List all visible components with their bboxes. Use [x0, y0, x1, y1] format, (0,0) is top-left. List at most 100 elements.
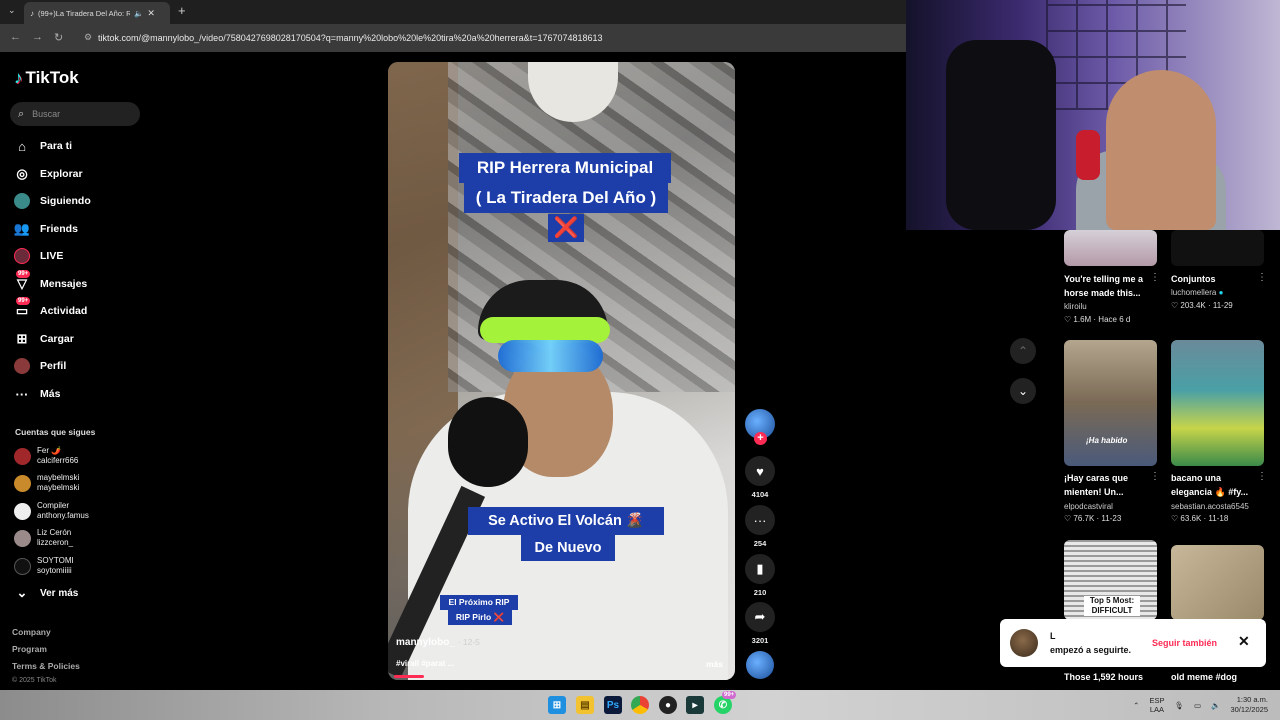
comment-button[interactable]: ··· 254	[744, 505, 776, 548]
nav-para-ti[interactable]: ⌂ Para ti	[14, 136, 72, 156]
back-icon[interactable]: ←	[10, 31, 21, 43]
music-disc-icon[interactable]	[746, 651, 774, 679]
video-author[interactable]: mannylobo_ · 12-5	[396, 637, 480, 648]
new-tab-icon[interactable]: +	[178, 3, 186, 18]
footer-link-company[interactable]: Company	[12, 627, 51, 637]
follow-plus-icon[interactable]: +	[754, 432, 767, 445]
following-account[interactable]: SOYTOMI soytomiiiii	[14, 554, 74, 578]
nav-mensajes[interactable]: ▽ 99+ Mensajes	[14, 270, 87, 294]
photoshop-icon[interactable]: Ps	[604, 696, 622, 714]
account-handle: calciferr666	[37, 456, 79, 465]
time: 1:30 a.m.	[1236, 695, 1268, 704]
scroll-down-button[interactable]: ⌄	[1010, 378, 1036, 404]
speaker-icon[interactable]: 🔈	[134, 9, 143, 18]
volume-icon[interactable]: 🔈	[1211, 701, 1220, 710]
reload-icon[interactable]: ↻	[54, 31, 63, 44]
close-tab-icon[interactable]: ✕	[147, 8, 155, 19]
following-account[interactable]: Fer 🌶️ calciferr666	[14, 444, 78, 468]
nav-perfil[interactable]: Perfil	[14, 356, 66, 376]
like-button[interactable]: ♥ 4104	[744, 456, 776, 499]
microphone	[448, 397, 528, 487]
account-handle: lizzceron_	[37, 538, 74, 547]
following-account[interactable]: maybelmski maybelmski	[14, 471, 79, 495]
rec-title[interactable]: bacano una elegancia 🔥 #fy...	[1171, 471, 1257, 499]
account-name: SOYTOMI	[37, 556, 74, 565]
tab-list-icon[interactable]: ⌄	[8, 5, 16, 16]
nav-label: LIVE	[40, 250, 64, 262]
nav-label: Friends	[40, 223, 78, 235]
rec-title[interactable]: Conjuntos	[1171, 272, 1257, 286]
tiktok-logo[interactable]: ♪ TikTok	[14, 68, 79, 88]
see-more-following[interactable]: ⌄ Ver más	[14, 583, 79, 603]
chevron-down-icon: ⌄	[1017, 384, 1029, 398]
activity-icon: ▭ 99+	[15, 297, 31, 318]
search-input[interactable]: ⌕ Buscar	[10, 102, 140, 126]
chrome-icon[interactable]	[631, 696, 649, 714]
nav-cargar[interactable]: ⊞ Cargar	[14, 329, 74, 349]
more-options-icon[interactable]: ⋮	[1150, 471, 1160, 482]
more-options-icon[interactable]: ⋮	[1257, 272, 1267, 283]
nav-siguiendo[interactable]: Siguiendo	[14, 191, 91, 211]
rec-title[interactable]: You're telling me a horse made this...	[1064, 272, 1150, 300]
more-options-icon[interactable]: ⋮	[1257, 471, 1267, 482]
rec-author[interactable]: elpodcastviral	[1064, 502, 1113, 511]
rec-stats: ♡ 76.7K · 11-23	[1064, 514, 1122, 523]
mic-icon[interactable]: 🎙	[1174, 701, 1184, 710]
following-account[interactable]: Compiler anthony.famus	[14, 499, 89, 523]
rec-author[interactable]: kliroilu	[1064, 302, 1087, 311]
rec-stats: ♡ 1.6M · Hace 6 d	[1064, 315, 1131, 324]
save-button[interactable]: ▮ 210	[744, 554, 776, 597]
toast-username[interactable]: L	[1050, 631, 1056, 641]
clock[interactable]: 1:30 a.m. 30/12/2025	[1230, 695, 1268, 715]
url-field[interactable]: ⚙ tiktok.com/@mannylobo_/video/758042769…	[80, 28, 900, 48]
scroll-up-button[interactable]: ⌃	[1010, 338, 1036, 364]
video-progress-bar[interactable]	[394, 675, 424, 678]
video-caption-next: El Próximo RIP	[440, 595, 518, 610]
rec-thumbnail[interactable]	[1171, 230, 1264, 266]
footer-link-terms[interactable]: Terms & Policies	[12, 661, 80, 671]
file-explorer-icon[interactable]: ▤	[576, 696, 594, 714]
more-options-icon[interactable]: ⋮	[1150, 272, 1160, 283]
nav-live[interactable]: LIVE	[14, 246, 63, 266]
browser-tab[interactable]: ♪ (99+)La Tiradera Del Año: R 🔈 ✕	[24, 2, 170, 24]
rec-author-row[interactable]: luchomellera ●	[1171, 288, 1223, 297]
rec-thumbnail[interactable]	[1171, 340, 1264, 466]
video-more-link[interactable]: más	[706, 659, 723, 669]
account-name: Fer 🌶️	[37, 446, 62, 455]
avatar	[14, 447, 31, 465]
whatsapp-icon[interactable]: ✆ 99+	[714, 691, 737, 714]
rec-title[interactable]: Those 1,592 hours	[1064, 670, 1164, 684]
live-icon	[14, 248, 30, 264]
nav-actividad[interactable]: ▭ 99+ Actividad	[14, 297, 87, 321]
following-account[interactable]: Liz Cerón lizzceron_	[14, 526, 73, 550]
webcam-chair	[946, 40, 1056, 230]
forward-icon[interactable]: →	[32, 31, 43, 43]
video-hashtags[interactable]: #virall #parat ...	[396, 659, 454, 668]
nav-mas[interactable]: ··· Más	[14, 384, 61, 404]
rec-thumbnail[interactable]	[1064, 230, 1157, 266]
site-info-icon[interactable]: ⚙	[84, 32, 92, 43]
rec-thumbnail[interactable]: Top 5 Most: DIFFICULT	[1064, 540, 1157, 620]
network-icon[interactable]: ▭	[1194, 701, 1201, 710]
avatar[interactable]	[1010, 629, 1038, 657]
rec-title[interactable]: old meme #dog	[1171, 670, 1264, 684]
rec-thumbnail[interactable]: ¡Ha habido	[1064, 340, 1157, 466]
chevron-up-icon[interactable]: ⌃	[1133, 701, 1139, 710]
app-icon[interactable]: ▸	[686, 696, 704, 714]
share-button[interactable]: ➦ 3201	[744, 602, 776, 645]
rec-stats: ♡ 203.4K · 11-29	[1171, 301, 1233, 310]
language-indicator[interactable]: ESP LAA	[1149, 696, 1164, 714]
obs-icon[interactable]: ●	[659, 696, 677, 714]
follow-back-button[interactable]: Seguir también	[1152, 638, 1217, 648]
rec-author[interactable]: sebastian.acosta6545	[1171, 502, 1249, 511]
video-player[interactable]: RIP Herrera Municipal ( La Tiradera Del …	[388, 62, 735, 680]
rec-thumbnail[interactable]	[1171, 545, 1264, 620]
rec-title[interactable]: ¡Hay caras que mienten! Un...	[1064, 471, 1150, 499]
nav-explorar[interactable]: ◎ Explorar	[14, 164, 82, 184]
account-name: Liz Cerón	[37, 528, 72, 537]
nav-friends[interactable]: 👥 Friends	[14, 219, 78, 239]
close-icon[interactable]: ✕	[1238, 633, 1250, 650]
windows-start-icon[interactable]: ⊞	[548, 696, 566, 714]
account-handle: anthony.famus	[37, 511, 89, 520]
footer-link-program[interactable]: Program	[12, 644, 47, 654]
